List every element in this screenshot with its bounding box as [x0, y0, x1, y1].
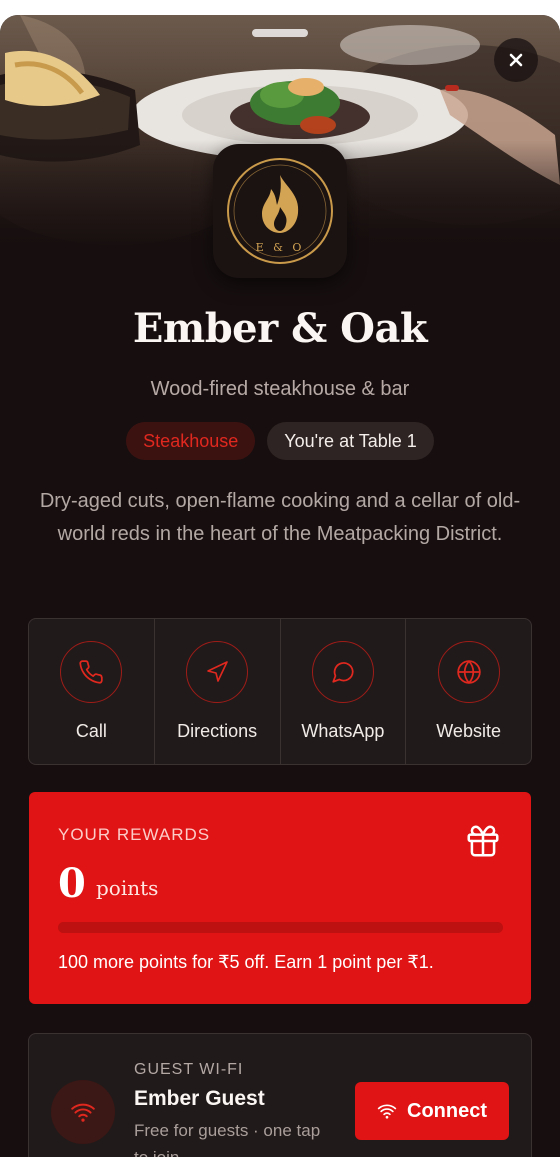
close-button[interactable] — [494, 38, 538, 82]
table-chip: You're at Table 1 — [267, 422, 434, 460]
rewards-card: YOUR REWARDS 0 points 100 more points fo… — [29, 792, 531, 1004]
wifi-icon-badge — [51, 1080, 115, 1144]
call-action[interactable]: Call — [29, 619, 154, 764]
restaurant-chips: Steakhouse You're at Table 1 — [0, 422, 560, 460]
globe-icon — [456, 660, 481, 684]
gift-icon — [467, 825, 499, 857]
quick-actions: Call Directions WhatsApp Website — [28, 618, 532, 765]
restaurant-logo: E & O — [213, 144, 347, 278]
points-value: 0 — [58, 860, 86, 907]
rewards-progress-bar — [58, 922, 503, 933]
phone-icon — [79, 660, 104, 684]
wifi-description: Free for guests · one tap to join — [134, 1121, 321, 1157]
directions-action[interactable]: Directions — [153, 619, 280, 764]
call-ring — [60, 641, 123, 703]
rewards-note: 100 more points for ₹5 off. Earn 1 point… — [58, 952, 434, 972]
restaurant-tagline: Wood-fired steakhouse & bar — [150, 378, 410, 400]
website-ring — [437, 641, 500, 703]
website-action[interactable]: Website — [405, 619, 531, 764]
navigation-arrow-icon — [207, 661, 228, 682]
sheet-grabber[interactable] — [252, 29, 308, 37]
wifi-label: GUEST WI-FI — [134, 1061, 244, 1078]
wifi-card: GUEST WI-FI Ember Guest Free for guests … — [28, 1033, 532, 1157]
chat-bubble-icon — [332, 662, 354, 683]
whatsapp-ring — [311, 641, 374, 703]
rewards-label: YOUR REWARDS — [58, 825, 211, 844]
logo-monogram: E & O — [256, 241, 305, 254]
call-label: Call — [75, 721, 107, 741]
connect-button-label: Connect — [407, 1099, 487, 1122]
wifi-icon — [377, 1104, 397, 1119]
whatsapp-label: WhatsApp — [301, 721, 385, 741]
website-label: Website — [436, 721, 501, 741]
restaurant-name: Ember & Oak — [132, 305, 428, 352]
points-unit: points — [96, 876, 159, 900]
directions-label: Directions — [177, 721, 258, 741]
wifi-icon — [71, 1103, 95, 1122]
restaurant-description: Dry-aged cuts, open-flame cooking and a … — [39, 490, 521, 545]
connect-button[interactable]: Connect — [355, 1082, 509, 1140]
whatsapp-action[interactable]: WhatsApp — [279, 619, 406, 764]
close-icon — [509, 53, 523, 67]
directions-ring — [186, 641, 249, 703]
wifi-network-name: Ember Guest — [134, 1087, 265, 1110]
category-chip: Steakhouse — [126, 422, 256, 460]
restaurant-sheet: E & O Ember & Oak Wood-fired steakhouse … — [0, 15, 560, 1157]
